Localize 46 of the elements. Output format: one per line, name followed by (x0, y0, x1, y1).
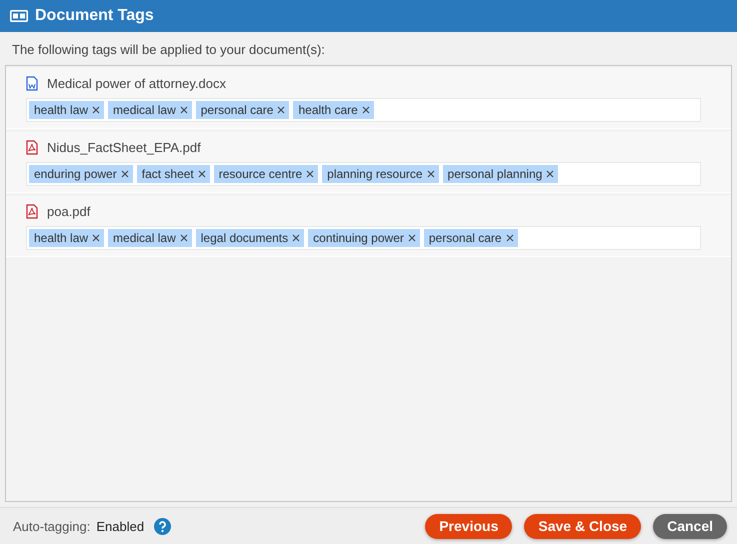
remove-icon[interactable] (426, 170, 435, 178)
tag-chip[interactable]: health law (29, 101, 104, 119)
remove-icon[interactable] (180, 106, 188, 114)
document-name: Nidus_FactSheet_EPA.pdf (47, 140, 201, 155)
window-title: Document Tags (35, 7, 154, 25)
remove-icon[interactable] (306, 170, 314, 178)
tag-chip[interactable]: personal care (196, 101, 290, 119)
tag-chip[interactable]: medical law (108, 101, 192, 119)
remove-icon[interactable] (292, 234, 300, 242)
tag-chip[interactable]: legal documents (196, 229, 304, 247)
remove-icon[interactable] (277, 106, 286, 114)
tag-chip[interactable]: enduring power (29, 165, 133, 183)
tag-chip[interactable]: health law (29, 229, 104, 247)
tag-window-icon (10, 10, 28, 22)
intro-text: The following tags will be applied to your document(s): (11, 41, 326, 59)
auto-tagging-value: Enabled (96, 518, 144, 534)
pdf-file-icon (26, 204, 38, 219)
word-file-icon (26, 76, 38, 91)
remove-icon[interactable] (92, 106, 100, 114)
tag-chip[interactable]: personal care (424, 229, 518, 247)
tag-chip[interactable]: resource centre (214, 165, 318, 183)
tag-chip[interactable]: medical law (108, 229, 192, 247)
action-button[interactable]: Save & Close (524, 514, 642, 538)
remove-icon[interactable] (92, 234, 100, 242)
document-name: poa.pdf (47, 204, 90, 219)
tag-chip[interactable]: planning resource (322, 165, 439, 183)
remove-icon[interactable] (120, 170, 129, 178)
remove-icon[interactable] (506, 234, 514, 242)
remove-icon[interactable] (408, 234, 416, 242)
pdf-file-icon (26, 140, 38, 155)
tag-chip[interactable]: fact sheet (136, 165, 210, 183)
action-button[interactable]: Previous (425, 514, 512, 538)
help-icon[interactable] (154, 518, 172, 534)
tags-field[interactable]: health law medical law legal documents continuing power personal care (26, 226, 701, 250)
remove-icon[interactable] (180, 234, 188, 242)
tags-field[interactable]: health law medical law personal care health care (26, 98, 701, 122)
tag-chip[interactable]: health care (293, 101, 374, 119)
auto-tagging-label: Auto-tagging: (13, 518, 90, 534)
remove-icon[interactable] (362, 106, 370, 114)
cancel-button[interactable]: Cancel (653, 514, 727, 538)
tag-chip[interactable]: personal planning (442, 165, 558, 183)
remove-icon[interactable] (546, 170, 554, 178)
tag-chip[interactable]: continuing power (308, 229, 420, 247)
document-name: Medical power of attorney.docx (47, 76, 226, 91)
remove-icon[interactable] (198, 170, 206, 178)
tags-field[interactable]: enduring power fact sheet resource centre planning resource personal planning (26, 162, 701, 186)
